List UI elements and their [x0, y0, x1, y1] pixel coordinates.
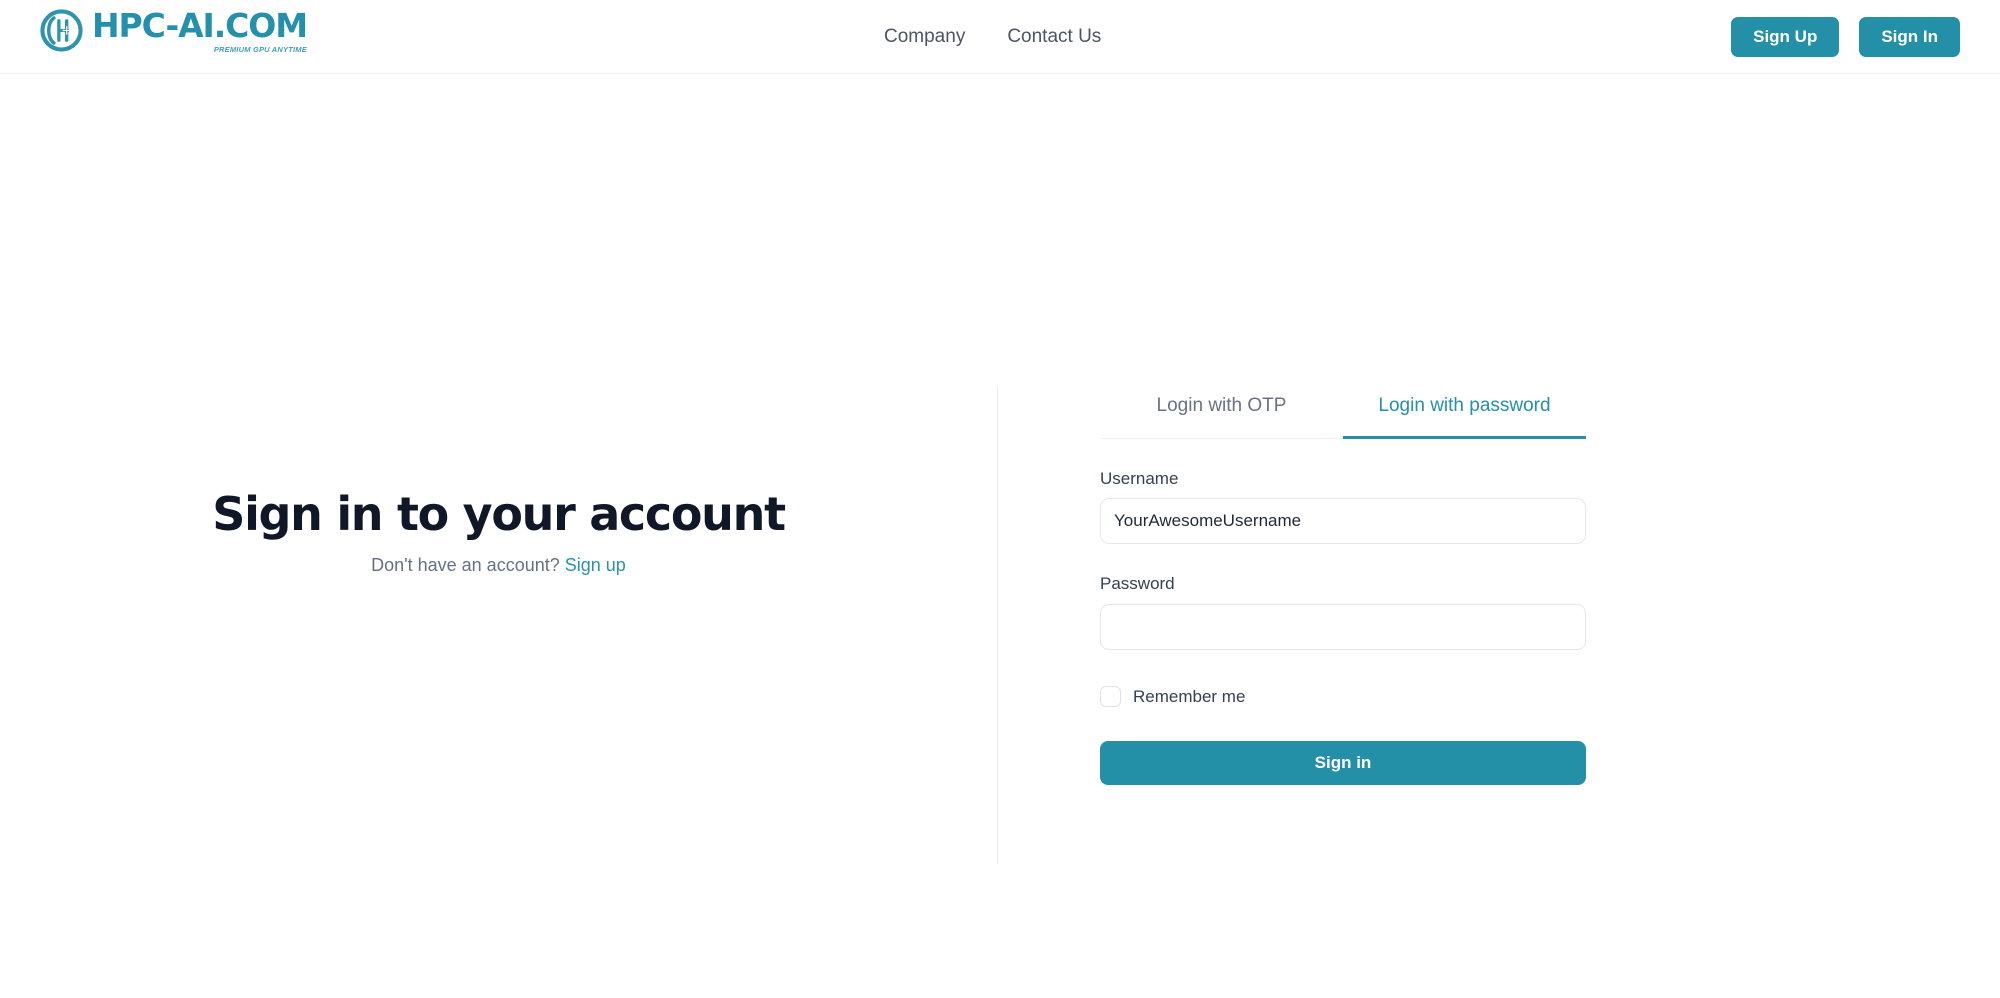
sign-in-button[interactable]: Sign In — [1859, 16, 1960, 57]
password-label: Password — [1100, 574, 1175, 594]
signup-prompt: Don't have an account? Sign up — [371, 554, 626, 577]
main-nav: Company Contact Us — [884, 0, 1101, 73]
auth-main: Sign in to your account Don't have an ac… — [0, 74, 2000, 998]
remember-me-row: Remember me — [1100, 685, 1586, 707]
nav-link-contact-us[interactable]: Contact Us — [1007, 27, 1101, 46]
brand-logo-link[interactable]: HPC-AI.COM PREMIUM GPU ANYTIME — [40, 6, 308, 60]
sign-up-button[interactable]: Sign Up — [1731, 16, 1840, 57]
nav-link-company[interactable]: Company — [884, 27, 965, 46]
username-input[interactable] — [1100, 498, 1586, 545]
login-form: Login with OTP Login with password Usern… — [1100, 385, 1586, 785]
auth-right-panel: Login with OTP Login with password Usern… — [997, 74, 2000, 998]
sign-in-page: HPC-AI.COM PREMIUM GPU ANYTIME Company C… — [0, 0, 2000, 998]
tab-login-with-otp[interactable]: Login with OTP — [1100, 385, 1343, 439]
username-label: Username — [1100, 469, 1179, 488]
password-field-group: Password — [1100, 574, 1586, 650]
signup-prompt-text: Don't have an account? — [371, 554, 560, 575]
header-actions: Sign Up Sign In — [1731, 0, 1960, 73]
tab-login-with-password[interactable]: Login with password — [1343, 385, 1586, 439]
hpc-ai-circle-logo-icon — [40, 9, 83, 52]
page-title: Sign in to your account — [212, 487, 786, 541]
remember-me-label[interactable]: Remember me — [1133, 688, 1245, 705]
sign-in-submit-button[interactable]: Sign in — [1100, 740, 1586, 785]
login-method-tabs: Login with OTP Login with password — [1100, 385, 1586, 439]
brand-wordmark: HPC-AI.COM — [92, 6, 308, 45]
auth-left-panel: Sign in to your account Don't have an ac… — [0, 74, 997, 998]
site-header: HPC-AI.COM PREMIUM GPU ANYTIME Company C… — [0, 0, 2000, 74]
remember-me-checkbox[interactable] — [1100, 685, 1121, 707]
brand-text: HPC-AI.COM PREMIUM GPU ANYTIME — [92, 6, 308, 54]
username-field-group: Username — [1100, 469, 1586, 545]
password-input[interactable] — [1100, 603, 1586, 650]
brand-tagline: PREMIUM GPU ANYTIME — [213, 44, 307, 54]
sign-up-link[interactable]: Sign up — [565, 555, 626, 575]
